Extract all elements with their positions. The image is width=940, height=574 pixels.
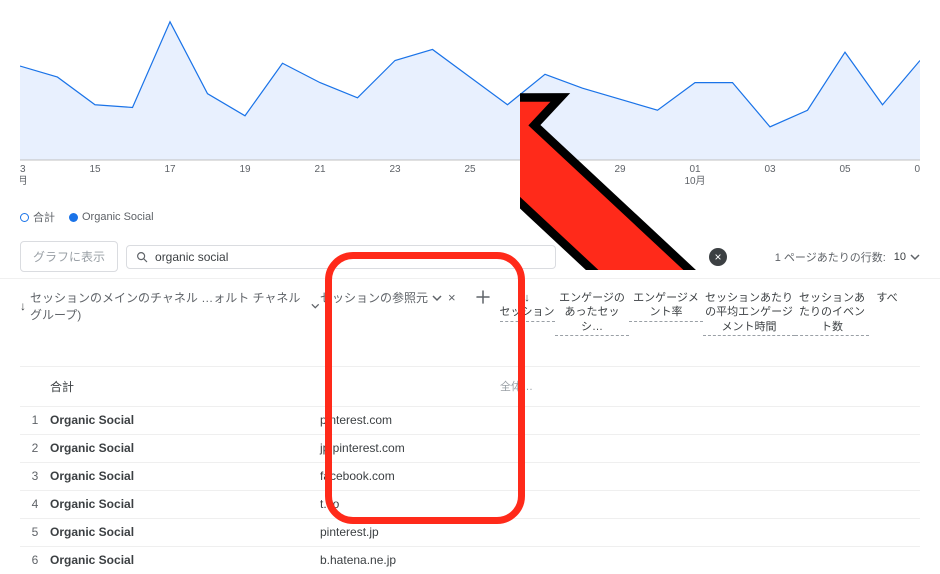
show-in-chart-button[interactable]: グラフに表示 — [20, 241, 118, 272]
metric-header-sessions[interactable]: ↓ セッション — [499, 289, 555, 322]
metric-header-engagement-rate[interactable]: エンゲージメント率 — [629, 289, 703, 322]
table-row[interactable]: 4Organic Socialt.co — [20, 490, 920, 518]
chevron-down-icon — [311, 301, 320, 311]
table-row[interactable]: 2Organic Socialjp.pinterest.com — [20, 434, 920, 462]
x-tick-label: 01 — [689, 164, 701, 175]
row-secondary-dimension: t.co — [320, 497, 490, 511]
metric-header-avg-engagement-time[interactable]: セッションあたりの平均エンゲージメント時間 — [703, 289, 795, 336]
chevron-down-icon — [432, 293, 442, 303]
legend-filled-circle-icon — [69, 213, 78, 222]
total-sublabel: 全体… — [320, 378, 920, 394]
x-tick-label: 13 — [20, 164, 26, 175]
legend-series-label: Organic Social — [82, 211, 154, 223]
sort-arrow-down-icon: ↓ — [524, 292, 530, 304]
table-row[interactable]: 6Organic Socialb.hatena.ne.jp — [20, 546, 920, 574]
legend-total-label: 合計 — [33, 209, 55, 225]
row-index: 1 — [20, 413, 50, 427]
column-headers: ↓ セッションのメインのチャネル …ォルト チャネル グループ) セッションの参… — [0, 278, 940, 366]
legend-series[interactable]: Organic Social — [69, 211, 154, 223]
data-table: 合計 全体… 1Organic Socialpinterest.com2Orga… — [0, 366, 940, 574]
row-primary-dimension: Organic Social — [50, 553, 320, 567]
row-primary-dimension: Organic Social — [50, 469, 320, 483]
rows-per-page-value: 10 — [894, 251, 906, 263]
trend-chart: 139月 15 17 19 21 23 25 27 29 0110月 03 05 07 — [0, 0, 940, 205]
primary-dimension-label: セッションのメインのチャネル …ォルト チャネル グループ) — [30, 289, 307, 323]
x-tick-month-label: 10月 — [684, 175, 705, 187]
table-toolbar: グラフに表示 organic social × 1 ページあたりの行数: 10 — [0, 235, 940, 278]
plus-icon — [475, 289, 491, 305]
metric-header-engaged-sessions[interactable]: エンゲージのあったセッシ… — [555, 289, 629, 336]
row-index: 5 — [20, 525, 50, 539]
x-tick-label: 15 — [89, 164, 101, 175]
x-tick-label: 23 — [389, 164, 401, 175]
primary-dimension-header[interactable]: ↓ セッションのメインのチャネル …ォルト チャネル グループ) — [20, 289, 320, 323]
x-tick-month-label: 9月 — [20, 175, 28, 187]
line-chart-svg: 139月 15 17 19 21 23 25 27 29 0110月 03 05 07 — [20, 0, 920, 190]
secondary-dimension-header[interactable]: セッションの参照元 × — [320, 289, 475, 306]
table-row[interactable]: 3Organic Socialfacebook.com — [20, 462, 920, 490]
total-label: 合計 — [50, 378, 320, 395]
clear-search-button[interactable]: × — [709, 248, 727, 266]
x-tick-label: 21 — [314, 164, 326, 175]
x-tick-label: 27 — [539, 164, 551, 175]
row-primary-dimension: Organic Social — [50, 497, 320, 511]
row-secondary-dimension: jp.pinterest.com — [320, 441, 490, 455]
row-primary-dimension: Organic Social — [50, 413, 320, 427]
chevron-down-icon — [910, 252, 920, 262]
row-index: 3 — [20, 469, 50, 483]
x-tick-label: 19 — [239, 164, 251, 175]
metric-header-events-per-session[interactable]: セッションあたりのイベント数 — [795, 289, 869, 336]
total-row: 合計 全体… — [20, 366, 920, 406]
row-index: 2 — [20, 441, 50, 455]
secondary-dimension-label: セッションの参照元 — [320, 289, 428, 306]
search-icon — [135, 250, 149, 264]
x-tick-label: 29 — [614, 164, 626, 175]
x-tick-label: 25 — [464, 164, 476, 175]
metric-header-more[interactable]: すべ — [869, 289, 905, 305]
legend-total[interactable]: 合計 — [20, 209, 55, 225]
row-secondary-dimension: pinterest.com — [320, 413, 490, 427]
row-index: 6 — [20, 553, 50, 567]
sort-arrow-down-icon: ↓ — [20, 299, 26, 313]
chart-legend: 合計 Organic Social — [0, 205, 940, 235]
x-tick-label: 03 — [764, 164, 776, 175]
row-index: 4 — [20, 497, 50, 511]
x-tick-label: 05 — [839, 164, 851, 175]
remove-secondary-dimension-button[interactable]: × — [448, 290, 456, 305]
legend-open-circle-icon — [20, 213, 29, 222]
table-row[interactable]: 1Organic Socialpinterest.com — [20, 406, 920, 434]
row-secondary-dimension: b.hatena.ne.jp — [320, 553, 490, 567]
table-row[interactable]: 5Organic Socialpinterest.jp — [20, 518, 920, 546]
row-primary-dimension: Organic Social — [50, 441, 320, 455]
rows-per-page-label: 1 ページあたりの行数: — [775, 249, 886, 265]
search-value: organic social — [155, 250, 228, 264]
x-tick-label: 07 — [914, 164, 920, 175]
x-tick-label: 17 — [164, 164, 176, 175]
row-primary-dimension: Organic Social — [50, 525, 320, 539]
search-input[interactable]: organic social — [126, 245, 556, 269]
row-secondary-dimension: pinterest.jp — [320, 525, 490, 539]
row-secondary-dimension: facebook.com — [320, 469, 490, 483]
rows-per-page-select[interactable]: 10 — [894, 251, 920, 263]
add-column-button[interactable] — [475, 289, 499, 308]
rows-per-page: 1 ページあたりの行数: 10 — [775, 249, 920, 265]
